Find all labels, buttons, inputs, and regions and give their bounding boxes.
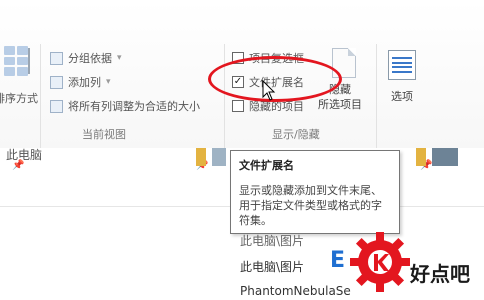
hide-selected-label-2: 所选项目 [318, 98, 362, 111]
tooltip-description: 显示或隐藏添加到文件末尾、用于指定文件类型或格式的字符集。 [239, 184, 382, 227]
group-by-icon [50, 51, 63, 65]
add-columns-icon [50, 75, 63, 89]
tooltip-title: 文件扩展名 [239, 159, 294, 172]
list-item[interactable]: PhantomNebulaSe [240, 284, 351, 298]
sort-arrows-icon [24, 46, 34, 76]
add-columns-label: 添加列 [68, 76, 101, 89]
size-all-columns-label: 将所有列调整为合适的大小 [68, 100, 200, 113]
watermark-text: 好点吧 [410, 262, 470, 286]
options-button[interactable]: 选项 [388, 50, 416, 104]
chevron-down-icon: ▾ [117, 53, 122, 63]
separator [224, 44, 225, 148]
size-columns-icon [50, 99, 63, 113]
current-view-group-label: 当前视图 [82, 128, 126, 141]
folder-thumbnail [212, 148, 226, 166]
pin-icon: 📌 [12, 160, 25, 171]
list-item[interactable]: 此电脑\图片 [240, 232, 304, 249]
hidden-items-checkbox[interactable] [232, 100, 244, 112]
add-columns-button[interactable]: 添加列 ▾ [50, 74, 111, 90]
show-hide-group-label: 显示/隐藏 [272, 128, 320, 141]
folder-thumbnail [196, 148, 206, 166]
chevron-down-icon: ▾ [106, 77, 111, 87]
separator [40, 44, 41, 148]
tooltip: 文件扩展名 显示或隐藏添加到文件末尾、用于指定文件类型或格式的字符集。 [230, 150, 400, 234]
list-item[interactable]: 此电脑\图片 [240, 258, 304, 275]
options-icon [388, 50, 416, 80]
group-by-button[interactable]: 分组依据 ▾ [50, 50, 122, 66]
options-label: 选项 [391, 90, 413, 103]
group-by-label: 分组依据 [68, 52, 112, 65]
mouse-cursor-icon [262, 80, 276, 101]
separator [376, 44, 377, 148]
folder-thumbnail [416, 148, 426, 166]
sort-by-label: 排序方式 [0, 92, 38, 105]
folder-thumbnail [432, 148, 458, 166]
size-all-columns-button[interactable]: 将所有列调整为合适的大小 [50, 98, 200, 114]
